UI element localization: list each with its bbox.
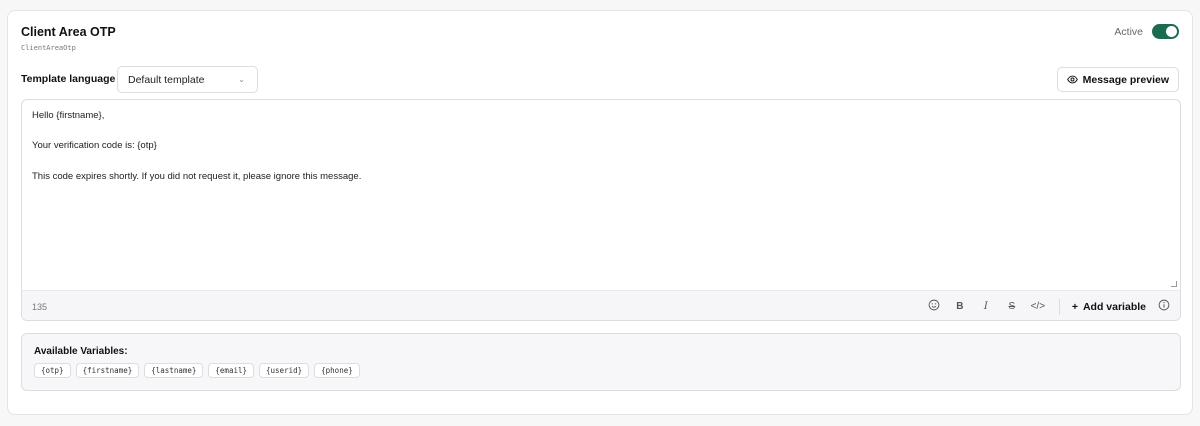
add-variable-button[interactable]: + Add variable (1072, 301, 1146, 313)
message-line: Your verification code is: {otp} (32, 140, 157, 152)
code-icon[interactable]: </> (1025, 301, 1051, 312)
chevron-down-icon: ⌄ (238, 75, 245, 84)
format-tools: B I S </> (921, 299, 1051, 314)
available-variables-title: Available Variables: (34, 346, 128, 357)
available-variables-panel: Available Variables: {otp} {firstname} {… (21, 333, 1181, 391)
variable-chip[interactable]: {otp} (34, 363, 71, 378)
message-line (32, 123, 1170, 138)
message-textarea[interactable]: Hello {firstname}, Your verification cod… (22, 100, 1180, 290)
active-toggle[interactable] (1152, 24, 1179, 39)
message-line (32, 154, 1170, 169)
active-toggle-group: Active (1114, 24, 1179, 39)
eye-icon (1066, 75, 1078, 84)
variable-chips: {otp} {firstname} {lastname} {email} {us… (34, 363, 1168, 378)
template-language-label: Template language (21, 73, 116, 85)
variable-chip[interactable]: {lastname} (144, 363, 204, 378)
template-title: Client Area OTP (21, 25, 116, 39)
toggle-knob (1166, 26, 1177, 37)
plus-icon: + (1071, 300, 1078, 313)
message-preview-button[interactable]: Message preview (1056, 67, 1179, 92)
bold-button[interactable]: B (947, 301, 973, 312)
emoji-icon[interactable] (921, 299, 947, 314)
message-preview-label: Message preview (1082, 73, 1169, 86)
variable-chip[interactable]: {phone} (314, 363, 360, 378)
variable-chip[interactable]: {userid} (259, 363, 310, 378)
template-slug: ClientAreaOtp (21, 44, 76, 52)
italic-button[interactable]: I (973, 301, 999, 312)
resize-handle[interactable] (1171, 281, 1177, 287)
template-card: Client Area OTP ClientAreaOtp Active Tem… (7, 10, 1193, 415)
variable-chip[interactable]: {email} (208, 363, 255, 378)
add-variable-label: Add variable (1082, 300, 1146, 313)
toolbar-divider (1058, 298, 1060, 315)
editor-toolbar: 135 B I S </> + Add variable (22, 290, 1180, 320)
variable-chip[interactable]: {firstname} (75, 363, 140, 378)
active-label: Active (1114, 25, 1143, 38)
info-icon[interactable] (1158, 298, 1170, 316)
message-line: Hello {firstname}, (32, 110, 105, 121)
message-editor: Hello {firstname}, Your verification cod… (21, 99, 1181, 321)
character-count: 135 (32, 301, 48, 312)
template-language-value: Default template (128, 73, 205, 86)
template-language-select[interactable]: Default template ⌄ (117, 66, 258, 93)
strikethrough-button[interactable]: S (999, 301, 1025, 312)
message-line: This code expires shortly. If you did no… (32, 170, 362, 182)
